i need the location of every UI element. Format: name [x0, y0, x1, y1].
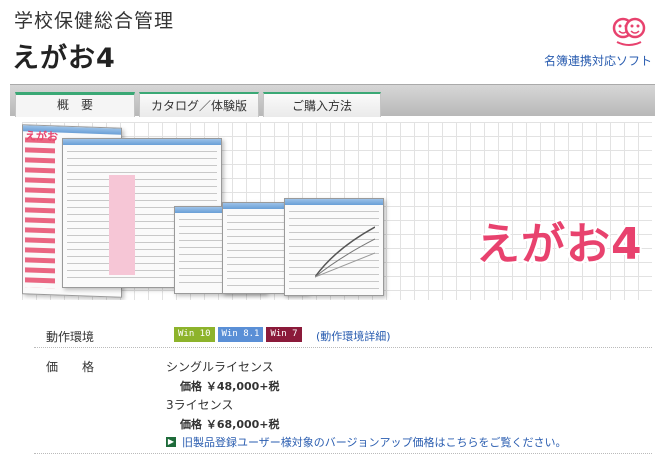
os-badge-win81: Win 8.1 — [217, 327, 264, 342]
screenshot-growth-chart — [284, 198, 384, 296]
upgrade-price-link[interactable]: ▶ 旧製品登録ユーザー様対象のバージョンアップ価格はこちらをご覧ください。 — [166, 434, 567, 450]
product-subtitle: 学校保健総合管理 — [14, 10, 175, 32]
arrow-right-icon: ▶ — [166, 437, 176, 447]
license-three-price: 価格 ￥68,000+税 — [180, 418, 280, 431]
env-label: 動作環境 — [46, 330, 95, 344]
spec-row-environment: 動作環境 Win 10 Win 8.1 Win 7 (動作環境詳細) — [34, 320, 652, 348]
price-list: シングルライセンス 価格 ￥48,000+税 3ライセンス 価格 ￥68,000… — [166, 358, 280, 434]
os-badges: Win 10 Win 8.1 Win 7 — [174, 327, 302, 342]
license-single-price: 価格 ￥48,000+税 — [180, 380, 280, 393]
growth-curve-icon — [315, 226, 375, 278]
product-title: えがお4 — [12, 43, 116, 74]
os-detail-link[interactable]: (動作環境詳細) — [316, 328, 391, 344]
price-label: 価 格 — [46, 360, 95, 374]
tab-purchase[interactable]: ご購入方法 — [263, 92, 381, 117]
meibo-link[interactable]: 名簿連携対応ソフト — [544, 52, 652, 69]
tab-catalog-trial[interactable]: カタログ／体験版 — [139, 92, 259, 117]
upgrade-price-text: 旧製品登録ユーザー様対象のバージョンアップ価格はこちらをご覧ください。 — [182, 436, 567, 449]
tab-bar: 概 要 カタログ／体験版 ご購入方法 — [10, 84, 655, 117]
banner-logo: えがお4 — [476, 219, 643, 270]
tab-overview[interactable]: 概 要 — [15, 92, 135, 117]
license-single-name: シングルライセンス — [166, 360, 274, 374]
spec-row-price: 価 格 シングルライセンス 価格 ￥48,000+税 3ライセンス 価格 ￥68… — [34, 350, 652, 454]
product-banner: えがお えがお4 — [22, 122, 652, 300]
os-badge-win10: Win 10 — [174, 327, 215, 342]
egao-logo-icon — [612, 17, 646, 46]
os-badge-win7: Win 7 — [266, 327, 302, 342]
license-three-name: 3ライセンス — [166, 398, 234, 412]
